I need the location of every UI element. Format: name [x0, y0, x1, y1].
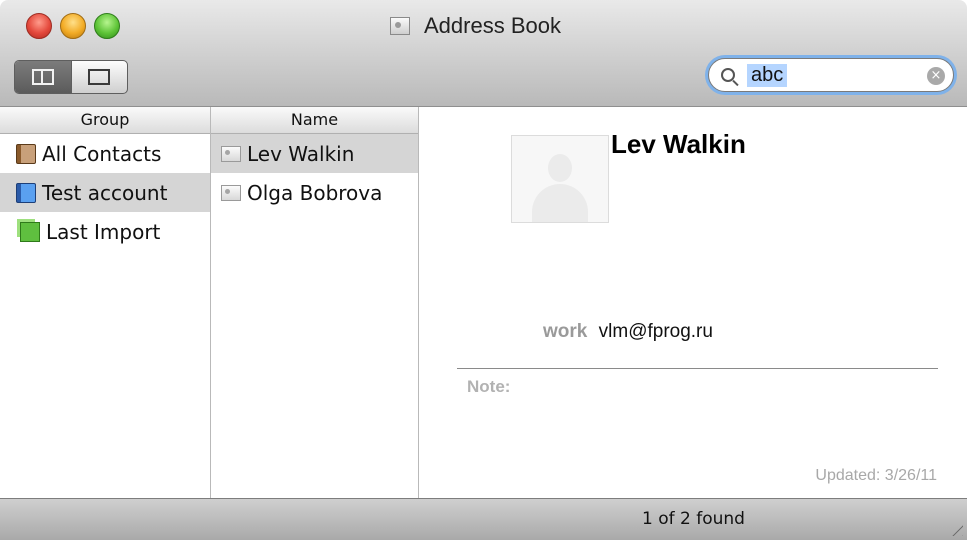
group-item-test-account[interactable]: Test account — [0, 173, 210, 212]
updated-date: Updated: 3/26/11 — [815, 467, 937, 484]
titlebar-toolbar: Address Book abc × — [0, 0, 967, 107]
person-silhouette-icon — [548, 154, 572, 182]
contact-card-name: Lev Walkin — [611, 129, 746, 159]
minimize-window-button[interactable] — [60, 13, 86, 39]
card-only-view-button[interactable] — [70, 61, 128, 93]
card-divider — [457, 368, 938, 369]
search-field[interactable]: abc × — [708, 58, 954, 92]
group-column: Group All Contacts Test account Last Imp… — [0, 107, 211, 498]
contact-row-lev-walkin[interactable]: Lev Walkin — [211, 134, 418, 173]
contact-card-icon — [221, 184, 241, 201]
group-column-header[interactable]: Group — [0, 107, 210, 134]
address-book-window: Address Book abc × Group All Contacts Te… — [0, 0, 967, 540]
info-group-icon — [16, 182, 36, 203]
address-card-icon — [390, 17, 410, 35]
group-item-all-contacts[interactable]: All Contacts — [0, 134, 210, 173]
status-bar: 1 of 2 found — [0, 498, 967, 540]
window-title: Address Book — [424, 13, 561, 38]
card-view-icon — [88, 69, 111, 85]
contact-photo-placeholder[interactable] — [511, 135, 609, 223]
group-item-label: Test account — [42, 180, 168, 205]
contact-card: Lev Walkin work vlm@fprog.ru Note: Updat… — [419, 107, 967, 498]
note-label[interactable]: Note: — [467, 377, 510, 397]
group-item-label: All Contacts — [42, 141, 162, 166]
status-container: 1 of 2 found — [0, 509, 967, 529]
window-title-group: Address Book — [390, 10, 561, 42]
contact-name: Olga Bobrova — [247, 180, 383, 205]
contact-name: Lev Walkin — [247, 141, 355, 166]
contact-card-icon — [221, 145, 241, 162]
group-item-label: Last Import — [46, 219, 161, 244]
view-mode-toggle — [14, 60, 128, 94]
name-column-header[interactable]: Name — [211, 107, 418, 134]
import-group-icon — [20, 221, 40, 242]
close-window-button[interactable] — [26, 13, 52, 39]
group-item-last-import[interactable]: Last Import — [0, 212, 210, 251]
found-count: 1 of 2 found — [642, 509, 745, 529]
columns-view-icon — [31, 69, 54, 85]
list-and-card-view-button[interactable] — [15, 61, 71, 93]
search-input-value[interactable]: abc — [747, 63, 788, 87]
address-book-icon — [16, 143, 36, 164]
contact-row-olga-bobrova[interactable]: Olga Bobrova — [211, 173, 418, 212]
clear-search-button[interactable]: × — [927, 67, 945, 85]
email-label[interactable]: work — [543, 321, 587, 342]
email-row: work vlm@fprog.ru — [543, 321, 713, 343]
name-column: Name Lev Walkin Olga Bobrova — [211, 107, 419, 498]
email-value[interactable]: vlm@fprog.ru — [599, 321, 713, 342]
search-icon — [721, 68, 735, 82]
person-silhouette-body — [532, 184, 588, 222]
zoom-window-button[interactable] — [94, 13, 120, 39]
